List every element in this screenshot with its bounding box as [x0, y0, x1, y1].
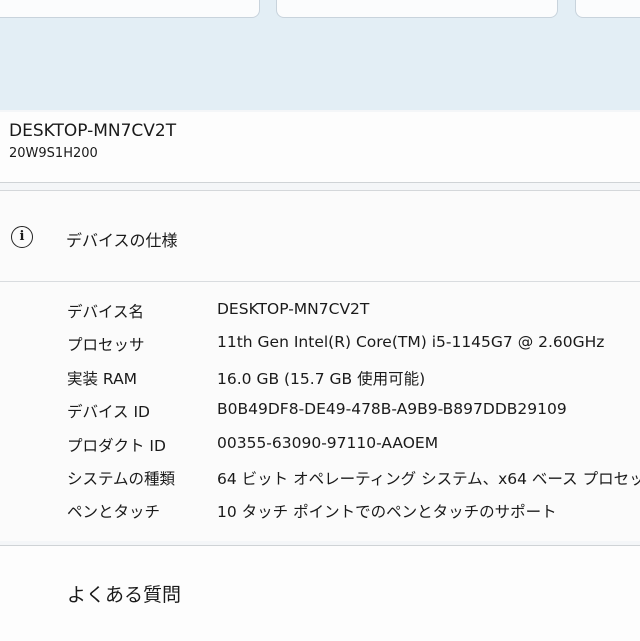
device-model: 20W9S1H200	[9, 146, 98, 161]
top-tile-3[interactable]	[575, 0, 640, 18]
spec-row-pen-touch: ペンとタッチ 10 タッチ ポイントでのペンとタッチのサポート	[0, 500, 640, 534]
spec-row-ram: 実装 RAM 16.0 GB (15.7 GB 使用可能)	[0, 367, 640, 401]
spec-label: デバイス ID	[67, 403, 150, 421]
spec-value: 00355-63090-97110-AAOEM	[217, 434, 439, 452]
spec-row-device-name: デバイス名 DESKTOP-MN7CV2T	[0, 300, 640, 334]
device-specs-title: デバイスの仕様	[66, 231, 178, 250]
top-tile-1[interactable]	[0, 0, 260, 18]
spec-label: デバイス名	[67, 303, 145, 321]
info-icon: i	[11, 226, 33, 248]
header-band	[0, 0, 640, 110]
spec-label: ペンとタッチ	[67, 503, 161, 521]
faq-title: よくある質問	[67, 584, 182, 606]
spec-value: 64 ビット オペレーティング システム、x64 ベース プロセッサ	[217, 470, 640, 488]
spec-label: プロセッサ	[67, 336, 145, 354]
spec-row-processor: プロセッサ 11th Gen Intel(R) Core(TM) i5-1145G…	[0, 333, 640, 367]
spec-row-system-type: システムの種類 64 ビット オペレーティング システム、x64 ベース プロセッ…	[0, 467, 640, 501]
spec-label: プロダクト ID	[67, 437, 166, 455]
spec-row-product-id: プロダクト ID 00355-63090-97110-AAOEM	[0, 434, 640, 468]
spec-value: DESKTOP-MN7CV2T	[217, 300, 370, 318]
spec-value: B0B49DF8-DE49-478B-A9B9-B897DDB29109	[217, 400, 567, 418]
top-tile-2[interactable]	[276, 0, 558, 18]
spec-label: 実装 RAM	[67, 370, 138, 388]
spec-value: 16.0 GB (15.7 GB 使用可能)	[217, 370, 426, 388]
spec-row-device-id: デバイス ID B0B49DF8-DE49-478B-A9B9-B897DDB29…	[0, 400, 640, 434]
device-name: DESKTOP-MN7CV2T	[9, 121, 177, 141]
spec-value: 10 タッチ ポイントでのペンとタッチのサポート	[217, 503, 557, 521]
spec-label: システムの種類	[67, 470, 176, 488]
spec-value: 11th Gen Intel(R) Core(TM) i5-1145G7 @ 2…	[217, 333, 605, 351]
